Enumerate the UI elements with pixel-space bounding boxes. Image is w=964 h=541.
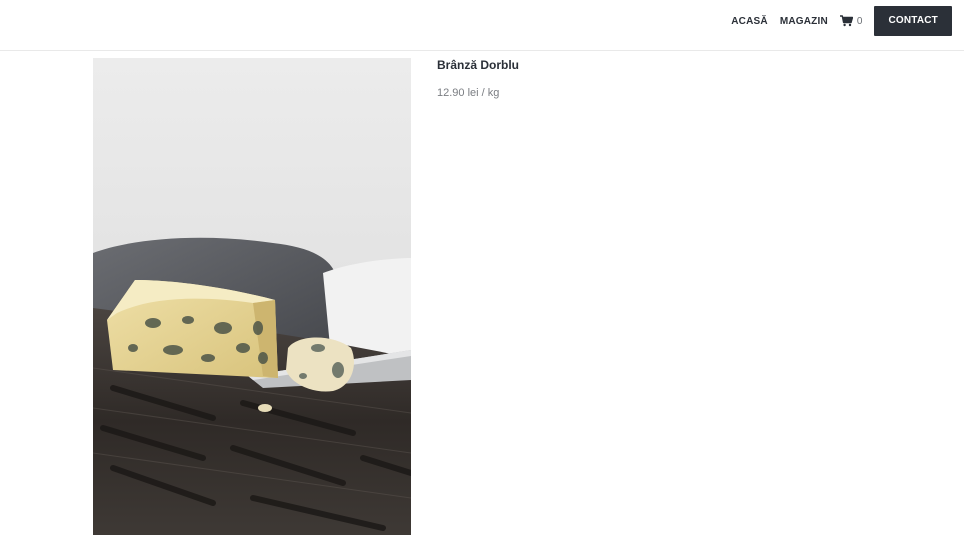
product-image[interactable]	[93, 58, 411, 535]
nav-link-shop[interactable]: MAGAZIN	[780, 16, 828, 27]
contact-button[interactable]: CONTACT	[874, 6, 952, 36]
cheese-photo	[93, 58, 411, 535]
product-title[interactable]: Brânză Dorblu	[437, 57, 519, 73]
product-price: 12.90 lei / kg	[437, 87, 500, 99]
product-info: Brânză Dorblu 12.90 lei / kg	[437, 57, 519, 100]
cart-icon	[839, 15, 853, 27]
cart-link[interactable]: 0	[839, 15, 863, 27]
site-header: ACASĂ MAGAZIN 0 CONTACT	[0, 0, 964, 51]
main-nav: ACASĂ MAGAZIN 0 CONTACT	[731, 6, 952, 36]
nav-link-home[interactable]: ACASĂ	[731, 16, 768, 27]
cart-count: 0	[856, 15, 863, 27]
